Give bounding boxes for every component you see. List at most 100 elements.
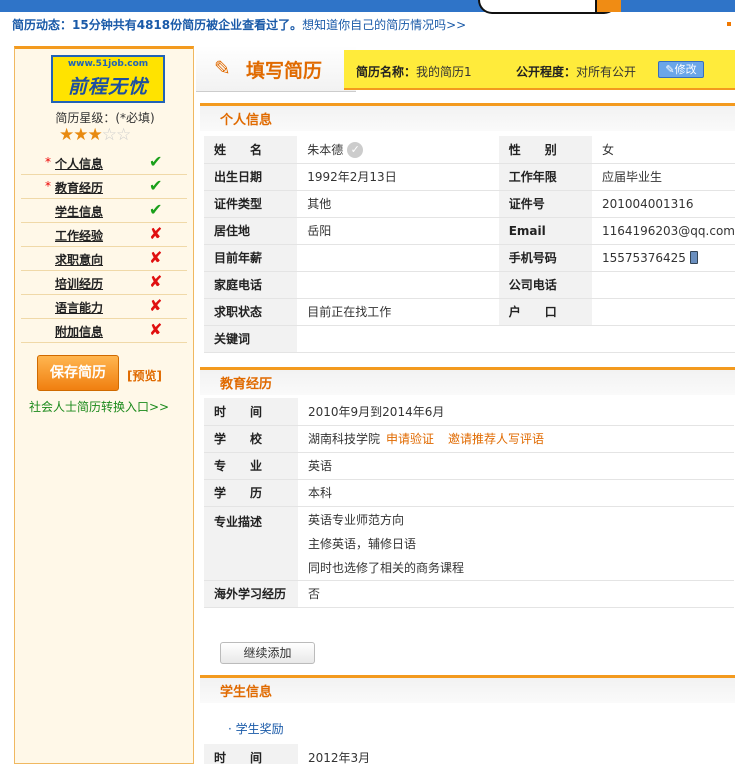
menu-label[interactable]: 工作经验	[55, 227, 103, 244]
menu-label[interactable]: 求职意向	[55, 251, 103, 268]
menu-item-intent[interactable]: 求职意向 ✘	[21, 247, 187, 271]
notice-link[interactable]: 想知道你自己的简历情况吗>>	[302, 18, 466, 32]
table-row: 学 校 湖南科技学院 申请验证 邀请推荐人写评语	[204, 425, 734, 453]
continue-add-button[interactable]: 继续添加	[220, 642, 315, 664]
cross-icon: ✘	[149, 320, 163, 339]
menu-label[interactable]: 语言能力	[55, 299, 103, 316]
logo[interactable]: www.51job.com 前程无忧	[51, 55, 165, 103]
mobile-text: 15575376425	[601, 250, 686, 265]
star-rating: ★★★☆☆	[59, 125, 131, 145]
name-value: 朱本德 ✓	[297, 136, 499, 164]
menu-label[interactable]: 附加信息	[55, 323, 103, 340]
edu-time-value: 2010年9月到2014年6月	[298, 398, 734, 426]
table-row: 时 间 2010年9月到2014年6月	[204, 398, 734, 426]
menu-item-training[interactable]: 培训经历 ✘	[21, 271, 187, 295]
invite-referee-link[interactable]: 邀请推荐人写评语	[448, 432, 544, 446]
edu-major-key: 专 业	[204, 452, 298, 480]
logo-name: 前程无忧	[67, 76, 148, 98]
table-row: 专业描述 英语专业师范方向 主修英语，辅修日语 同时也选修了相关的商务课程	[204, 506, 734, 581]
menu-item-language[interactable]: 语言能力 ✘	[21, 295, 187, 319]
student-table: 时 间 2012年3月	[204, 744, 734, 764]
home-key: 居住地	[204, 217, 298, 245]
apply-verify-link[interactable]: 申请验证	[386, 432, 434, 446]
idno-value: 201004001316	[591, 190, 735, 218]
edu-major-value: 英语	[298, 452, 734, 480]
resume-name-value: 我的简历1	[416, 65, 472, 79]
section-menu: * 个人信息 ✔ * 教育经历 ✔ 学生信息 ✔ 工作经验 ✘ 求职意向 ✘ 培训经历 ✘ 语言…	[21, 151, 187, 343]
desc-line: 英语专业师范方向	[308, 512, 405, 527]
public-level-meta: 公开程度：对所有公开	[516, 63, 636, 80]
check-icon: ✔	[149, 176, 163, 195]
cross-icon: ✘	[149, 224, 163, 243]
cross-icon: ✘	[149, 248, 163, 267]
table-row: 证件类型 其他 证件号 201004001316	[204, 190, 735, 218]
table-row: 姓 名 朱本德 ✓ 性 别 女	[204, 136, 735, 164]
salary-value	[297, 244, 499, 272]
edu-time-key: 时 间	[204, 398, 298, 426]
section-title: 个人信息	[220, 113, 273, 128]
table-row: 学 历 本科	[204, 479, 734, 507]
table-row: 目前年薪 手机号码 15575376425	[204, 244, 735, 272]
mobile-phone-icon	[689, 250, 698, 264]
hometel-key: 家庭电话	[204, 271, 298, 299]
jobstatus-value: 目前正在找工作	[297, 298, 499, 326]
switch-resume-link[interactable]: 社会人士简历转换入口>>	[29, 398, 169, 415]
menu-item-work[interactable]: 工作经验 ✘	[21, 223, 187, 247]
resume-header: ✎ 填写简历 简历名称：我的简历1 公开程度：对所有公开 ✎修改	[196, 46, 735, 96]
section-personal-header: 个人信息	[200, 103, 735, 131]
check-icon: ✔	[149, 200, 163, 219]
idtype-value: 其他	[297, 190, 499, 218]
email-value: 1164196203@qq.com	[591, 217, 735, 245]
required-mark: *	[45, 155, 51, 169]
menu-label[interactable]: 教育经历	[55, 179, 103, 196]
table-row: 海外学习经历 否	[204, 580, 734, 608]
required-mark: *	[45, 179, 51, 193]
table-row: 专 业 英语	[204, 452, 734, 480]
section-student-header: 学生信息	[200, 675, 735, 703]
edu-desc-value: 英语专业师范方向 主修英语，辅修日语 同时也选修了相关的商务课程	[298, 506, 734, 581]
personal-info-table: 姓 名 朱本德 ✓ 性 别 女 出生日期 1992年2月13日 工作年限 应届毕业…	[204, 136, 735, 353]
menu-item-additional[interactable]: 附加信息 ✘	[21, 319, 187, 343]
edu-degree-key: 学 历	[204, 479, 298, 507]
top-banner: 简历动态：15分钟共有4818份简历被企业查看过了。想知道你自己的简历情况吗>>	[0, 0, 735, 36]
bullet-dot	[727, 22, 731, 26]
birth-key: 出生日期	[204, 163, 298, 191]
email-key: Email	[498, 217, 592, 245]
public-level-value: 对所有公开	[576, 65, 637, 79]
save-resume-button[interactable]: 保存简历	[37, 355, 119, 391]
desc-line: 同时也选修了相关的商务课程	[308, 560, 465, 575]
name-text: 朱本德	[307, 142, 344, 157]
notice-highlight: 15分钟共有4818份简历被企业查看过了。	[72, 18, 303, 32]
hometel-value	[297, 271, 499, 299]
idtype-key: 证件类型	[204, 190, 298, 218]
menu-item-education[interactable]: * 教育经历 ✔	[21, 175, 187, 199]
menu-item-personal[interactable]: * 个人信息 ✔	[21, 151, 187, 175]
menu-item-student[interactable]: 学生信息 ✔	[21, 199, 187, 223]
student-awards-link[interactable]: · 学生奖励	[228, 720, 284, 737]
gender-value: 女	[591, 136, 735, 164]
gender-key: 性 别	[498, 136, 592, 164]
cross-icon: ✘	[149, 272, 163, 291]
public-level-label: 公开程度：	[516, 65, 577, 79]
home-value: 岳阳	[297, 217, 499, 245]
keywords-value	[297, 325, 735, 353]
star-filled-icon: ★★★	[59, 125, 103, 145]
mobile-key: 手机号码	[498, 244, 592, 272]
table-row: 出生日期 1992年2月13日 工作年限 应届毕业生	[204, 163, 735, 191]
preview-link[interactable]: [预览]	[127, 367, 162, 384]
table-row: 居住地 岳阳 Email 1164196203@qq.com	[204, 217, 735, 245]
section-education-header: 教育经历	[200, 367, 735, 395]
worktel-key: 公司电话	[498, 271, 592, 299]
edit-button[interactable]: ✎修改	[658, 61, 704, 78]
logo-url: www.51job.com	[67, 59, 149, 69]
stu-time-value: 2012年3月	[298, 744, 734, 764]
education-table: 时 间 2010年9月到2014年6月 学 校 湖南科技学院 申请验证 邀请推荐人写…	[204, 398, 734, 608]
menu-label[interactable]: 学生信息	[55, 203, 103, 220]
menu-label[interactable]: 培训经历	[55, 275, 103, 292]
edit-label: 修改	[674, 63, 697, 76]
idno-key: 证件号	[498, 190, 592, 218]
menu-label[interactable]: 个人信息	[55, 155, 103, 172]
header-title-box: ✎ 填写简历	[196, 46, 356, 92]
jobstatus-key: 求职状态	[204, 298, 298, 326]
years-value: 应届毕业生	[591, 163, 735, 191]
